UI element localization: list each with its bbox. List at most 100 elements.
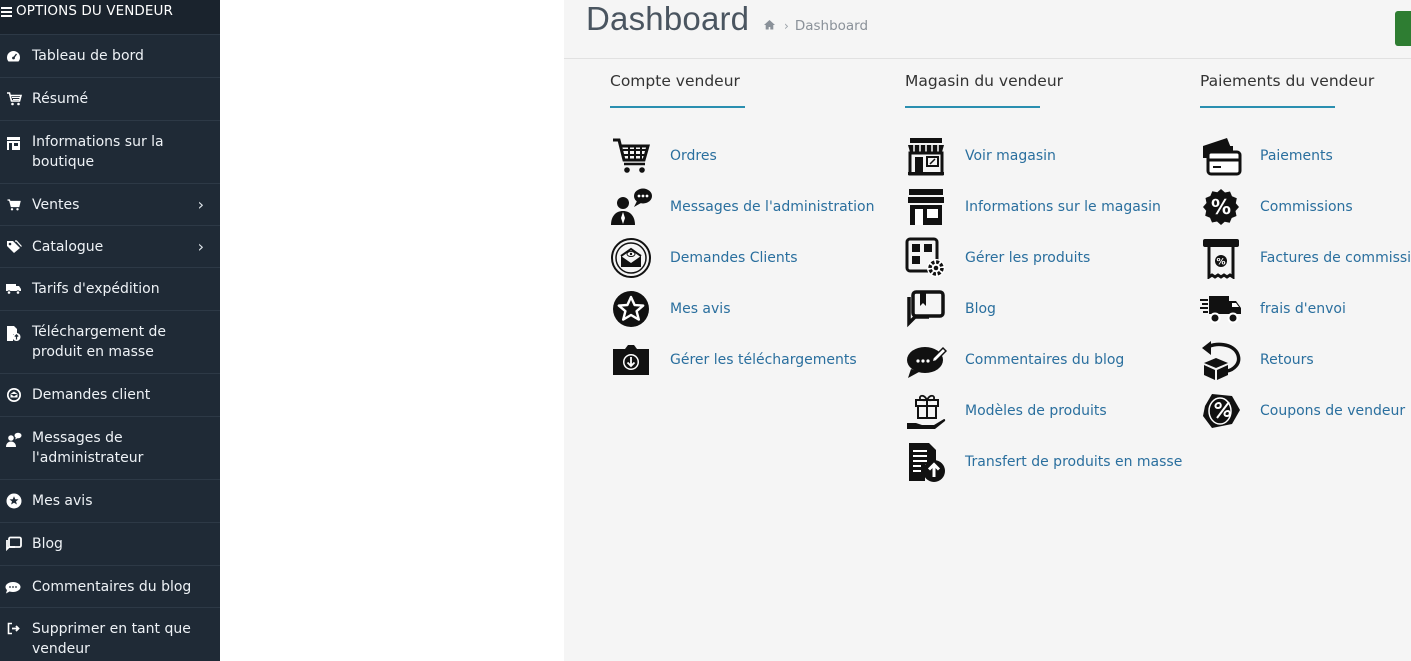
link-label: Coupons de vendeur xyxy=(1260,402,1406,419)
file-upload-icon xyxy=(903,439,949,485)
sidebar-item-admin-messages[interactable]: Messages de l'administrateur xyxy=(0,416,220,479)
star-badge-icon xyxy=(608,286,654,332)
column-underline xyxy=(1200,106,1335,108)
sign-out-icon xyxy=(5,620,22,637)
sidebar-header[interactable]: OPTIONS DU VENDEUR xyxy=(0,0,220,34)
link-label: Blog xyxy=(965,300,996,317)
link-label: Messages de l'administration xyxy=(670,198,875,215)
link-product-templates[interactable]: Modèles de produits xyxy=(905,383,1195,438)
link-label: Demandes Clients xyxy=(670,249,798,266)
link-label: Paiements xyxy=(1260,147,1333,164)
link-label: Commissions xyxy=(1260,198,1353,215)
star-badge-icon xyxy=(5,493,22,510)
sidebar-item-dashboard[interactable]: Tableau de bord xyxy=(0,34,220,77)
svg-text:%: % xyxy=(1216,257,1225,267)
download-folder-icon xyxy=(608,337,654,383)
svg-text:%: % xyxy=(1211,195,1231,219)
user-chat-icon xyxy=(5,431,22,448)
link-label: Mes avis xyxy=(670,300,731,317)
sidebar-item-my-reviews[interactable]: Mes avis xyxy=(0,479,220,522)
sidebar-item-label: Demandes client xyxy=(32,387,151,403)
sidebar-item-label: Informations sur la boutique xyxy=(32,134,164,170)
sidebar-item-bulk-upload[interactable]: Téléchargement de produit en masse xyxy=(0,310,220,373)
link-commissions[interactable]: % Commissions xyxy=(1200,179,1411,234)
main-area: Dashboard › Dashboard Compte vendeur Ord… xyxy=(220,0,1411,661)
coupon-tag-icon xyxy=(1198,388,1244,434)
column-seller-payments: Paiements du vendeur Paiements % Commiss… xyxy=(1200,70,1411,438)
sidebar-item-blog-comments[interactable]: Commentaires du blog xyxy=(0,565,220,607)
sidebar-item-label: Messages de l'administrateur xyxy=(32,430,144,466)
receipt-icon: % xyxy=(1198,235,1244,281)
link-store-info[interactable]: Informations sur le magasin xyxy=(905,179,1195,234)
sidebar-item-label: Ventes xyxy=(32,196,80,213)
sidebar-item-delete-seller[interactable]: Supprimer en tant que vendeur xyxy=(0,607,220,661)
link-label: Gérer les produits xyxy=(965,249,1091,266)
link-label: Informations sur le magasin xyxy=(965,198,1161,215)
link-my-reviews[interactable]: Mes avis xyxy=(610,281,900,336)
link-orders[interactable]: Ordres xyxy=(610,128,900,183)
column-underline xyxy=(610,106,745,108)
link-label: frais d'envoi xyxy=(1260,300,1346,317)
link-blog-comments[interactable]: Commentaires du blog xyxy=(905,332,1195,387)
link-admin-messages[interactable]: Messages de l'administration xyxy=(610,179,900,234)
hamburger-icon xyxy=(1,7,12,19)
link-manage-downloads[interactable]: Gérer les téléchargements xyxy=(610,332,900,387)
truck-icon xyxy=(5,281,22,298)
sidebar-item-label: Tarifs d'expédition xyxy=(32,281,160,297)
breadcrumb-current: Dashboard xyxy=(794,18,869,34)
credit-card-icon xyxy=(1198,133,1244,179)
column-title: Compte vendeur xyxy=(610,72,740,90)
comment-icon xyxy=(5,578,22,595)
link-manage-products[interactable]: Gérer les produits xyxy=(905,230,1195,285)
breadcrumb-separator: › xyxy=(784,19,789,33)
home-icon[interactable] xyxy=(763,18,776,34)
column-seller-account: Compte vendeur Ordres Messages de l'admi… xyxy=(610,70,900,387)
dashboard-content: Dashboard › Dashboard Compte vendeur Ord… xyxy=(564,0,1411,661)
file-upload-icon xyxy=(5,325,22,342)
link-view-store[interactable]: Voir magasin xyxy=(905,128,1195,183)
sidebar-item-shop-info[interactable]: Informations sur la boutique xyxy=(0,120,220,183)
link-blog[interactable]: Blog xyxy=(905,281,1195,336)
sidebar-item-shipping-rates[interactable]: Tarifs d'expédition xyxy=(0,267,220,310)
comment-edit-icon xyxy=(903,337,949,383)
gift-hand-icon xyxy=(903,388,949,434)
percent-badge-icon: % xyxy=(1198,184,1244,230)
sidebar: OPTIONS DU VENDEUR Tableau de bord Résum… xyxy=(0,0,220,661)
link-bulk-transfer[interactable]: Transfert de produits en masse xyxy=(905,434,1195,489)
link-label: Gérer les téléchargements xyxy=(670,351,857,368)
breadcrumb: › Dashboard xyxy=(763,18,868,34)
user-chat-icon xyxy=(608,184,654,230)
sidebar-item-label: Tableau de bord xyxy=(32,48,144,64)
sidebar-item-label: Blog xyxy=(32,536,63,552)
link-commission-invoices[interactable]: % Factures de commission xyxy=(1200,230,1411,285)
sidebar-item-sales[interactable]: Ventes › xyxy=(0,183,220,225)
link-customer-requests[interactable]: Demandes Clients xyxy=(610,230,900,285)
sidebar-item-label: Téléchargement de produit en masse xyxy=(32,324,167,360)
column-title: Magasin du vendeur xyxy=(905,72,1064,90)
column-seller-store: Magasin du vendeur Voir magasin Informat… xyxy=(905,70,1195,489)
sidebar-item-blog[interactable]: Blog xyxy=(0,522,220,565)
sidebar-item-customer-requests[interactable]: Demandes client xyxy=(0,373,220,416)
blog-icon xyxy=(5,536,22,553)
link-shipping-fees[interactable]: frais d'envoi xyxy=(1200,281,1411,336)
link-label: Commentaires du blog xyxy=(965,351,1125,368)
sidebar-item-catalog[interactable]: Catalogue › xyxy=(0,225,220,267)
sidebar-item-label: Supprimer en tant que vendeur xyxy=(32,621,191,657)
chevron-right-icon: › xyxy=(197,194,204,214)
envelope-eye-icon xyxy=(5,387,22,404)
link-seller-coupons[interactable]: Coupons de vendeur xyxy=(1200,383,1411,438)
divider xyxy=(564,58,1411,59)
link-returns[interactable]: Retours xyxy=(1200,332,1411,387)
sidebar-item-label: Commentaires du blog xyxy=(32,578,192,595)
cart-icon xyxy=(5,196,22,213)
envelope-eye-icon xyxy=(608,235,654,281)
link-label: Ordres xyxy=(670,147,717,164)
sidebar-item-summary[interactable]: Résumé xyxy=(0,77,220,120)
link-payments[interactable]: Paiements xyxy=(1200,128,1411,183)
blog-icon xyxy=(903,286,949,332)
link-label: Voir magasin xyxy=(965,147,1056,164)
action-button[interactable] xyxy=(1395,11,1411,46)
chevron-right-icon: › xyxy=(197,236,204,256)
link-label: Factures de commission xyxy=(1260,249,1411,266)
tags-icon xyxy=(5,238,22,255)
